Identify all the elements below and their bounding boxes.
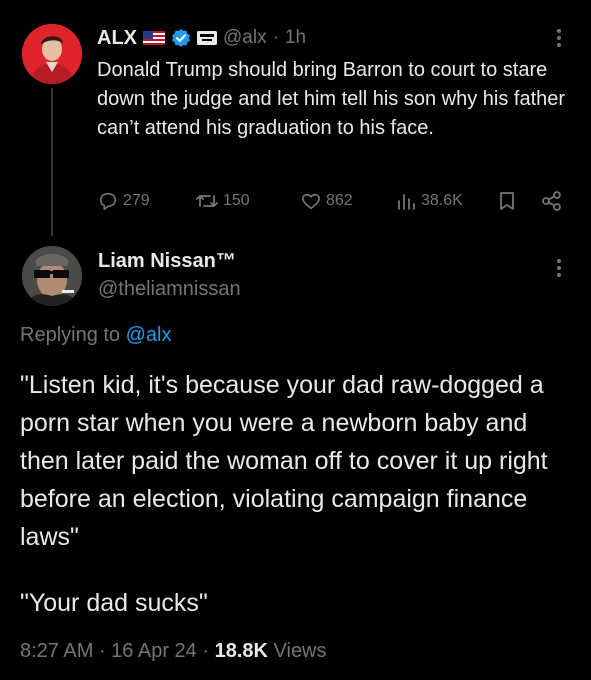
repost-icon — [195, 190, 219, 212]
like-icon — [300, 190, 322, 212]
affiliate-badge-icon[interactable] — [197, 31, 217, 45]
views-count: 38.6K — [421, 192, 463, 209]
us-flag-icon — [143, 31, 165, 45]
views-button[interactable]: 38.6K — [395, 186, 463, 216]
reply-author-handle[interactable]: @theliamnissan — [98, 278, 241, 301]
parent-post[interactable]: ALX @alx · 1h Donald Trump should bring … — [0, 0, 591, 236]
reply-text: "Listen kid, it's because your dad raw-d… — [20, 371, 548, 551]
meta-separator-1: · — [93, 640, 112, 662]
reply-post[interactable]: Liam Nissan™ @theliamnissan Replying to … — [0, 236, 591, 680]
author-name[interactable]: ALX — [97, 27, 137, 50]
post-text: Donald Trump should bring Barron to cour… — [97, 59, 566, 139]
like-count: 862 — [326, 192, 353, 209]
replying-to: Replying to @alx — [20, 324, 172, 347]
reply-text-second: "Your dad sucks" — [20, 589, 208, 617]
post-views-label: Views — [273, 640, 327, 662]
verified-badge-icon[interactable] — [171, 28, 191, 48]
like-button[interactable]: 862 — [300, 186, 353, 216]
share-button[interactable] — [541, 186, 563, 216]
reply-author-name[interactable]: Liam Nissan™ — [98, 250, 236, 273]
thread-line — [51, 88, 53, 236]
post-date-link[interactable]: 16 Apr 24 — [111, 640, 197, 663]
separator-dot: · — [272, 27, 279, 48]
post-time[interactable]: 1h — [285, 27, 306, 49]
repost-button[interactable]: 150 — [195, 186, 250, 216]
reply-icon — [97, 190, 119, 212]
reply-author-avatar[interactable] — [22, 246, 82, 306]
reply-count: 279 — [123, 192, 150, 209]
post-views-count[interactable]: 18.8K — [215, 640, 268, 663]
bookmark-icon — [497, 190, 517, 212]
more-icon[interactable] — [549, 26, 569, 50]
author-handle[interactable]: @alx — [223, 27, 267, 49]
share-icon — [541, 190, 563, 212]
author-avatar[interactable] — [22, 24, 82, 84]
repost-count: 150 — [223, 192, 250, 209]
replying-prefix: Replying to — [20, 324, 121, 346]
views-icon — [395, 190, 417, 212]
meta-separator-2: · — [196, 640, 215, 662]
bookmark-button[interactable] — [497, 186, 517, 216]
post-time-link[interactable]: 8:27 AM — [20, 640, 93, 663]
replying-mention-link[interactable]: @alx — [126, 324, 172, 346]
parent-post-header: ALX @alx · 1h — [97, 24, 306, 52]
post-meta: 8:27 AM · 16 Apr 24 · 18.8K Views — [20, 640, 327, 663]
action-bar: 279 150 862 38.6K — [97, 186, 572, 216]
reply-button[interactable]: 279 — [97, 186, 150, 216]
reply-more-icon[interactable] — [549, 256, 569, 280]
